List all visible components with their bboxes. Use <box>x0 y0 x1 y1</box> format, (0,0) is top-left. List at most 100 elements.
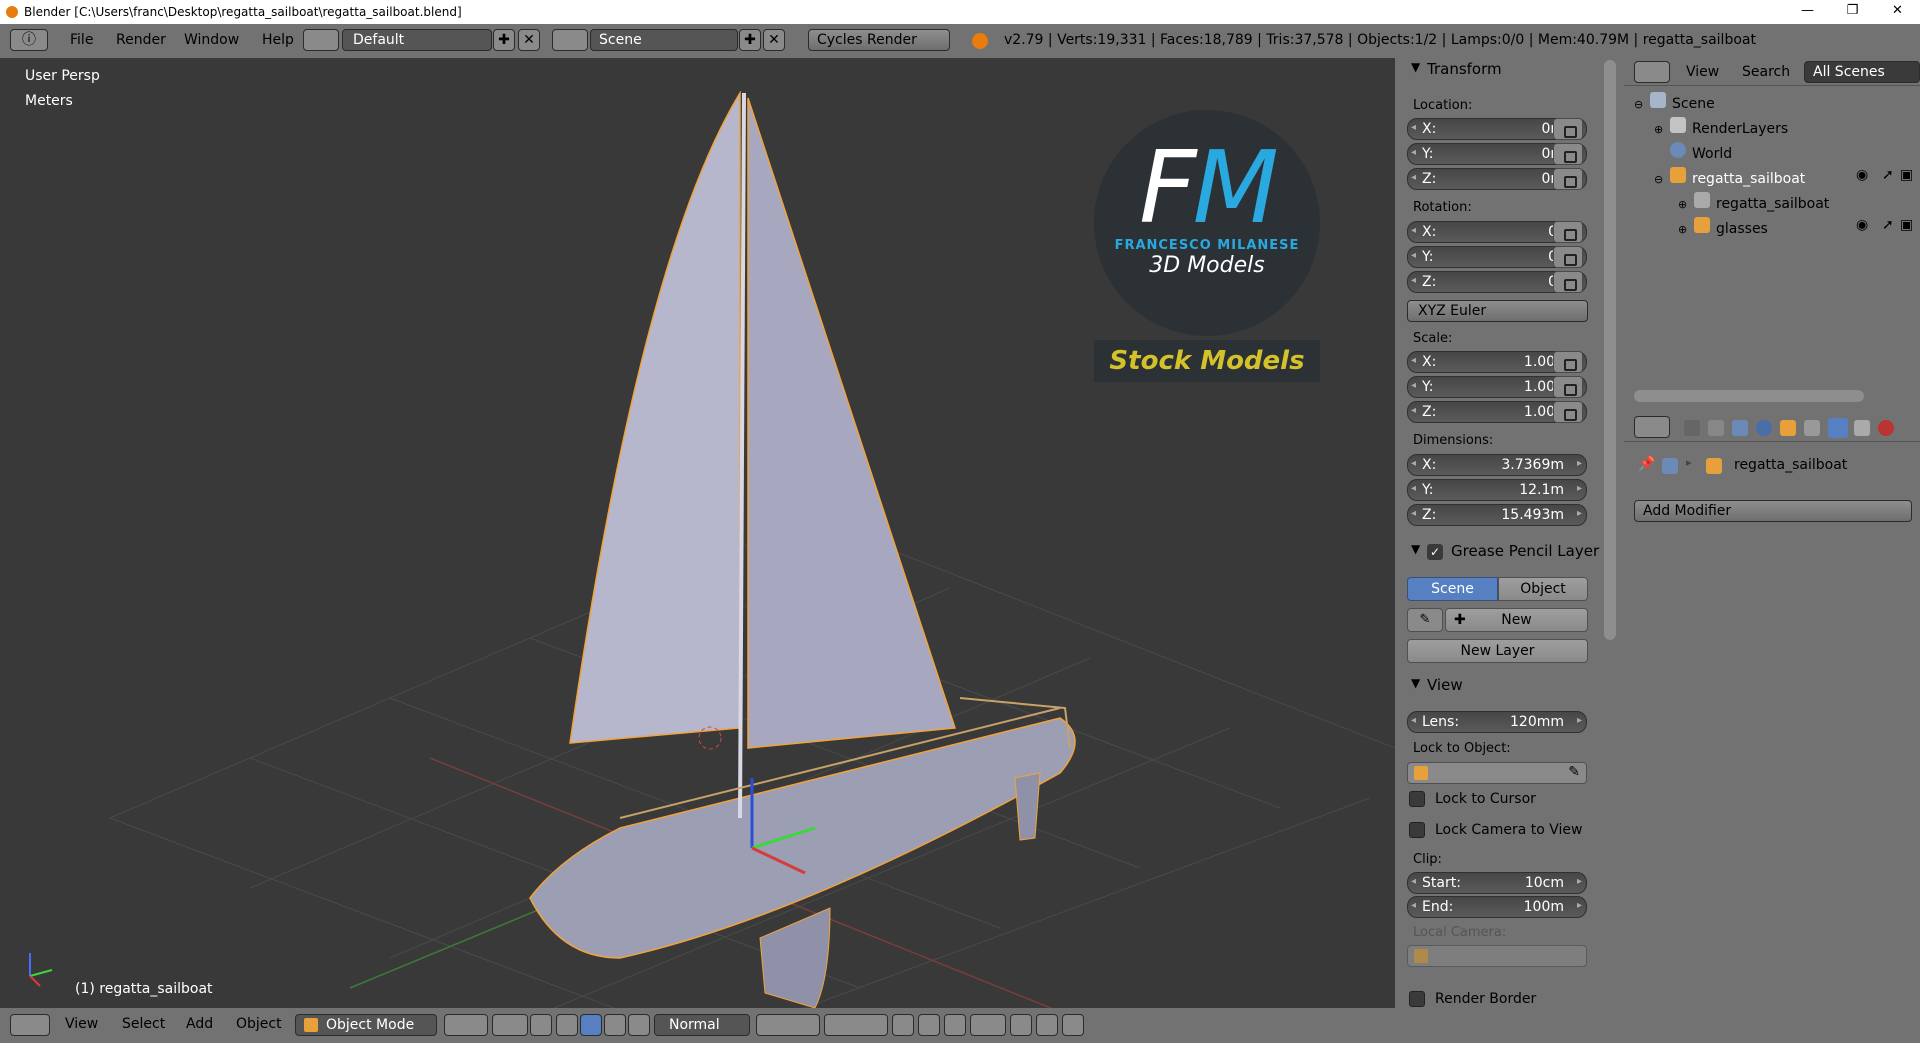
editor-type-icon[interactable]: ⓘ <box>10 29 48 51</box>
lock-icon[interactable] <box>1553 168 1583 190</box>
pivot-icon[interactable] <box>492 1014 528 1036</box>
outliner-scope-dropdown[interactable]: All Scenes <box>1804 61 1920 83</box>
manipulator-toggle-icon[interactable] <box>530 1014 552 1036</box>
lock-icon[interactable] <box>1553 221 1583 243</box>
lock-camera-checkbox[interactable] <box>1409 822 1425 838</box>
grease-pencil-panel-header[interactable]: ▼ ✓ Grease Pencil Layer <box>1397 542 1599 564</box>
world-tab-icon[interactable] <box>1756 420 1772 436</box>
add-scene-icon[interactable]: ✚ <box>739 29 761 51</box>
menu-help[interactable]: Help <box>254 30 302 50</box>
lock-to-cursor-checkbox[interactable] <box>1409 791 1425 807</box>
transform-panel-header[interactable]: ▼ Transform <box>1397 60 1592 82</box>
scene-tab-icon[interactable] <box>1732 420 1748 436</box>
orientation-icon[interactable] <box>628 1014 650 1036</box>
outliner-editor-icon[interactable] <box>1634 61 1670 83</box>
outliner-item-world[interactable]: World <box>1670 142 1732 162</box>
grease-pencil-checkbox[interactable]: ✓ <box>1427 544 1443 560</box>
outliner-item-renderlayers[interactable]: ⊕ RenderLayers <box>1654 117 1788 137</box>
3d-viewport[interactable]: User Persp Meters (1) regatta_sailboat F… <box>0 58 1395 1008</box>
proportional-edit-icon[interactable] <box>918 1014 940 1036</box>
outliner-search-menu[interactable]: Search <box>1742 64 1790 80</box>
render-camera-icon[interactable]: ▣ <box>1900 167 1913 183</box>
dimension-x-field[interactable]: ◂ X: 3.7369m ▸ <box>1407 454 1587 476</box>
maximize-button[interactable]: ❐ <box>1830 0 1875 24</box>
dimension-z-field[interactable]: ◂ Z: 15.493m ▸ <box>1407 504 1587 526</box>
lock-icon[interactable] <box>1553 246 1583 268</box>
lock-icon[interactable] <box>1553 351 1583 373</box>
scene-field[interactable]: Scene <box>590 29 738 51</box>
rotation-mode-dropdown[interactable]: XYZ Euler <box>1407 300 1588 322</box>
layer-lock-icon[interactable] <box>892 1014 914 1036</box>
mode-dropdown[interactable]: Object Mode <box>295 1014 437 1036</box>
viewport-editor-icon[interactable] <box>10 1014 50 1036</box>
select-cursor-icon[interactable]: ➚ <box>1882 167 1894 183</box>
lock-icon[interactable] <box>1553 271 1583 293</box>
falloff-icon[interactable] <box>944 1014 966 1036</box>
lock-icon[interactable] <box>1553 118 1583 140</box>
layers-grid-icon[interactable] <box>756 1014 820 1036</box>
add-modifier-dropdown[interactable]: Add Modifier <box>1634 500 1912 522</box>
data-tab-icon[interactable] <box>1854 420 1870 436</box>
view-panel-header[interactable]: ▼ View <box>1397 676 1592 698</box>
lock-icon[interactable] <box>1553 401 1583 423</box>
footer-select-menu[interactable]: Select <box>122 1016 165 1032</box>
add-layout-icon[interactable]: ✚ <box>493 29 515 51</box>
snap-icon[interactable] <box>970 1014 1006 1036</box>
lens-field[interactable]: ◂ Lens: 120mm ▸ <box>1407 711 1587 733</box>
footer-object-menu[interactable]: Object <box>236 1016 282 1032</box>
tab-scene[interactable]: Scene <box>1407 577 1498 601</box>
visibility-eye-icon[interactable]: ◉ <box>1856 217 1868 233</box>
render-animation-icon[interactable] <box>1062 1014 1084 1036</box>
outliner-item-regatta-mesh[interactable]: ⊕ regatta_sailboat <box>1678 192 1829 212</box>
render-layers-tab-icon[interactable] <box>1708 420 1724 436</box>
render-engine-dropdown[interactable]: Cycles Render <box>808 29 950 51</box>
clip-start-field[interactable]: ◂ Start: 10cm ▸ <box>1407 872 1587 894</box>
remove-scene-icon[interactable]: ✕ <box>763 29 785 51</box>
footer-view-menu[interactable]: View <box>65 1016 98 1032</box>
pin-icon[interactable]: 📌 <box>1638 456 1655 472</box>
menu-file[interactable]: File <box>62 30 101 50</box>
menu-render[interactable]: Render <box>108 30 174 50</box>
visibility-eye-icon[interactable]: ◉ <box>1856 167 1868 183</box>
object-tab-icon[interactable] <box>1780 420 1796 436</box>
shading-sphere-icon[interactable] <box>444 1014 488 1036</box>
outliner-scrollbar[interactable] <box>1634 390 1864 402</box>
render-still-icon[interactable] <box>1036 1014 1058 1036</box>
modifiers-tab-icon[interactable] <box>1828 418 1848 438</box>
rotate-widget-icon[interactable] <box>580 1014 602 1036</box>
footer-add-menu[interactable]: Add <box>186 1016 213 1032</box>
constraints-tab-icon[interactable] <box>1804 420 1820 436</box>
orientation-dropdown[interactable]: Normal <box>654 1014 750 1036</box>
lock-icon[interactable] <box>1553 143 1583 165</box>
minimize-button[interactable]: — <box>1785 0 1830 24</box>
screen-layout-icon[interactable] <box>303 29 339 51</box>
outliner-item-scene[interactable]: ⊖ Scene <box>1634 92 1715 112</box>
n-panel-scrollbar[interactable] <box>1604 60 1616 640</box>
lock-object-field[interactable]: ✎ <box>1407 762 1587 784</box>
clip-end-field[interactable]: ◂ End: 100m ▸ <box>1407 896 1587 918</box>
snap-target-icon[interactable] <box>1010 1014 1032 1036</box>
translate-widget-icon[interactable] <box>556 1014 578 1036</box>
close-button[interactable]: ✕ <box>1875 0 1920 24</box>
new-layer-button[interactable]: New Layer <box>1407 639 1588 663</box>
scene-icon[interactable] <box>552 29 588 51</box>
lock-icon[interactable] <box>1553 376 1583 398</box>
remove-layout-icon[interactable]: ✕ <box>518 29 540 51</box>
render-camera-icon[interactable]: ▣ <box>1900 217 1913 233</box>
local-camera-field[interactable] <box>1407 945 1587 967</box>
pencil-icon[interactable]: ✎ <box>1407 608 1443 632</box>
material-tab-icon[interactable] <box>1878 420 1894 436</box>
new-gp-button[interactable]: ✚ New <box>1445 608 1588 632</box>
render-tab-icon[interactable] <box>1684 420 1700 436</box>
layout-field[interactable]: Default <box>342 29 492 51</box>
tab-object[interactable]: Object <box>1498 577 1588 601</box>
select-cursor-icon[interactable]: ➚ <box>1882 217 1894 233</box>
outliner-view-menu[interactable]: View <box>1686 64 1719 80</box>
outliner-item-glasses[interactable]: ⊕ glasses <box>1678 217 1768 237</box>
scale-widget-icon[interactable] <box>604 1014 626 1036</box>
eyedropper-icon[interactable]: ✎ <box>1568 764 1580 780</box>
menu-window[interactable]: Window <box>176 30 247 50</box>
layers-grid-icon[interactable] <box>824 1014 888 1036</box>
dimension-y-field[interactable]: ◂ Y: 12.1m ▸ <box>1407 479 1587 501</box>
outliner-item-regatta[interactable]: ⊖ regatta_sailboat <box>1654 167 1805 187</box>
